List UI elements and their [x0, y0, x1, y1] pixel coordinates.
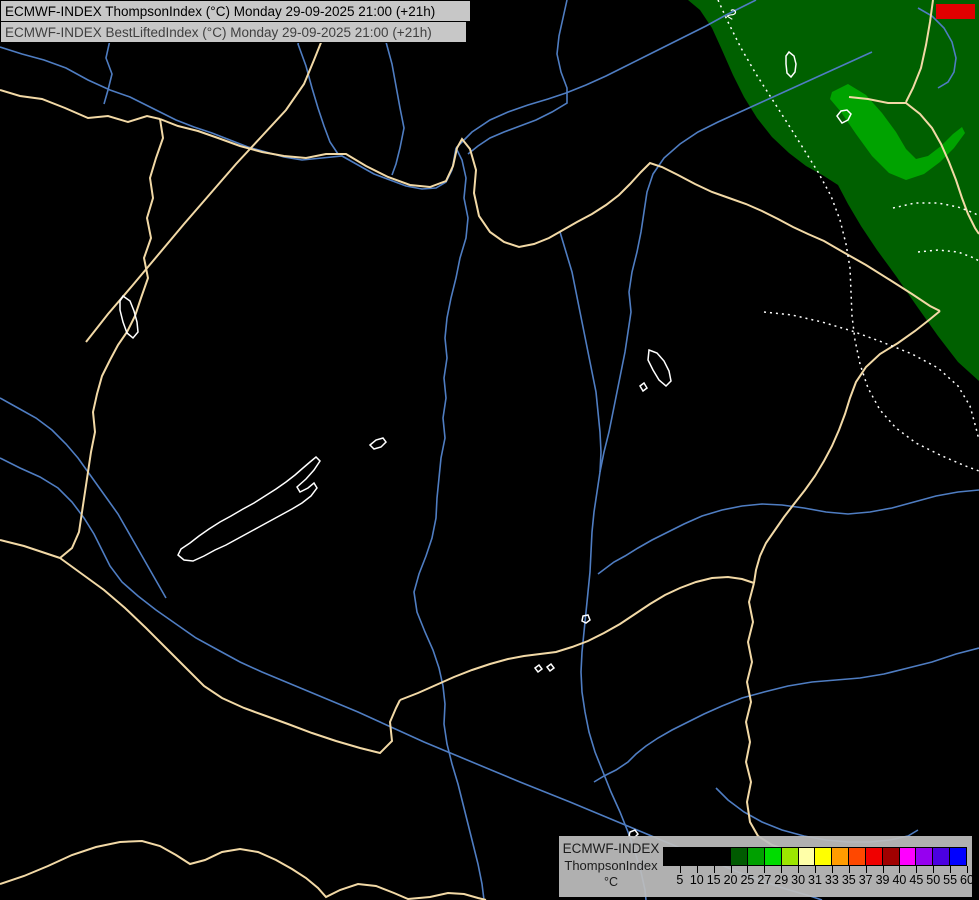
border-line: [399, 575, 755, 701]
colorbar: [663, 847, 967, 866]
border-line: [0, 539, 61, 559]
legend-unit-label: °C: [603, 875, 619, 889]
river-line: [467, 0, 568, 155]
colorbar-cell: [664, 848, 681, 865]
river-line: [715, 787, 919, 843]
colorbar-tick: [831, 866, 833, 873]
colorbar-cell: [933, 848, 951, 865]
legend-title-line: ECMWF-INDEX: [562, 841, 660, 856]
river-line: [413, 147, 485, 900]
colorbar-tick: [781, 866, 783, 873]
border-line: [59, 118, 165, 559]
legend-panel: ECMWF-INDEX ThompsonIndex °C 5 10 15 20 25 27…: [559, 836, 974, 897]
colorbar-tick: [899, 866, 901, 873]
river-line: [0, 397, 167, 599]
colorbar-cell: [798, 848, 816, 865]
border-line: [0, 89, 161, 124]
colorbar-cell: [748, 848, 765, 865]
colorbar-cell: [697, 848, 715, 865]
colorbar-ticks: 5 10 15 20 25 27 29 30 31 33 35 37 39 40 45 50 55 60: [663, 866, 974, 894]
small-lake: [533, 663, 544, 674]
colorbar-cell: [764, 848, 782, 865]
border-line: [59, 557, 401, 755]
legend-title: ECMWF-INDEX ThompsonIndex °C: [561, 840, 661, 891]
colorbar-tick: [713, 866, 715, 873]
small-lake: [545, 662, 556, 673]
title-line-thompson-index: ECMWF-INDEX ThompsonIndex (°C) Monday 29…: [0, 0, 471, 22]
colorbar-tick: [950, 866, 952, 873]
legend-title-line: ThompsonIndex: [564, 858, 658, 873]
colorbar-tick: [730, 866, 732, 873]
colorbar-cell: [714, 848, 732, 865]
colorbar-cell: [849, 848, 866, 865]
colorbar-tick: [933, 866, 935, 873]
colorbar-tick: [696, 866, 698, 873]
colorbar-cell: [832, 848, 850, 865]
title-line-best-lifted-index: ECMWF-INDEX BestLiftedIndex (°C) Monday …: [0, 21, 467, 43]
colorbar-tick: [815, 866, 816, 873]
colorbar-cell: [899, 848, 917, 865]
lake-velence: [368, 437, 387, 450]
colorbar-tick-label: 60: [960, 873, 974, 887]
river-line: [559, 231, 602, 473]
colorbar-tick: [916, 866, 918, 873]
index-region-20-25: [688, 0, 979, 381]
colorbar-cell: [865, 848, 883, 865]
colorbar-tick: [798, 866, 800, 873]
colorbar-cell: [731, 848, 749, 865]
colorbar-tick: [865, 866, 867, 873]
colorbar-cell: [882, 848, 900, 865]
map-canvas: 2: [0, 0, 979, 900]
colorbar-tick: [764, 866, 766, 873]
logo-box: [936, 4, 975, 19]
colorbar-tick: [882, 866, 884, 873]
river-line: [593, 647, 979, 783]
colorbar-cell: [815, 848, 833, 865]
colorbar-tick: [747, 866, 749, 873]
border-line: [0, 839, 487, 900]
colorbar-tick: [848, 866, 850, 873]
colorbar-cell: [916, 848, 934, 865]
river-line: [580, 51, 873, 900]
lake-neusiedl: [119, 294, 139, 340]
border-line: [753, 310, 941, 584]
weather-map-screen: 2 ECMWF-INDEX ThompsonIndex (°C) Monday …: [0, 0, 979, 900]
river-line: [0, 46, 457, 190]
colorbar-cell: [950, 848, 966, 865]
lake-balaton: [177, 455, 321, 562]
river-line: [597, 489, 979, 575]
small-lake: [639, 381, 648, 393]
lake-tisza: [647, 348, 672, 388]
colorbar-cell: [680, 848, 698, 865]
border-line: [744, 582, 811, 857]
colorbar-tick: [679, 866, 681, 873]
colorbar-tick: [967, 866, 968, 873]
colorbar-cell: [781, 848, 799, 865]
border-line: [85, 0, 373, 343]
